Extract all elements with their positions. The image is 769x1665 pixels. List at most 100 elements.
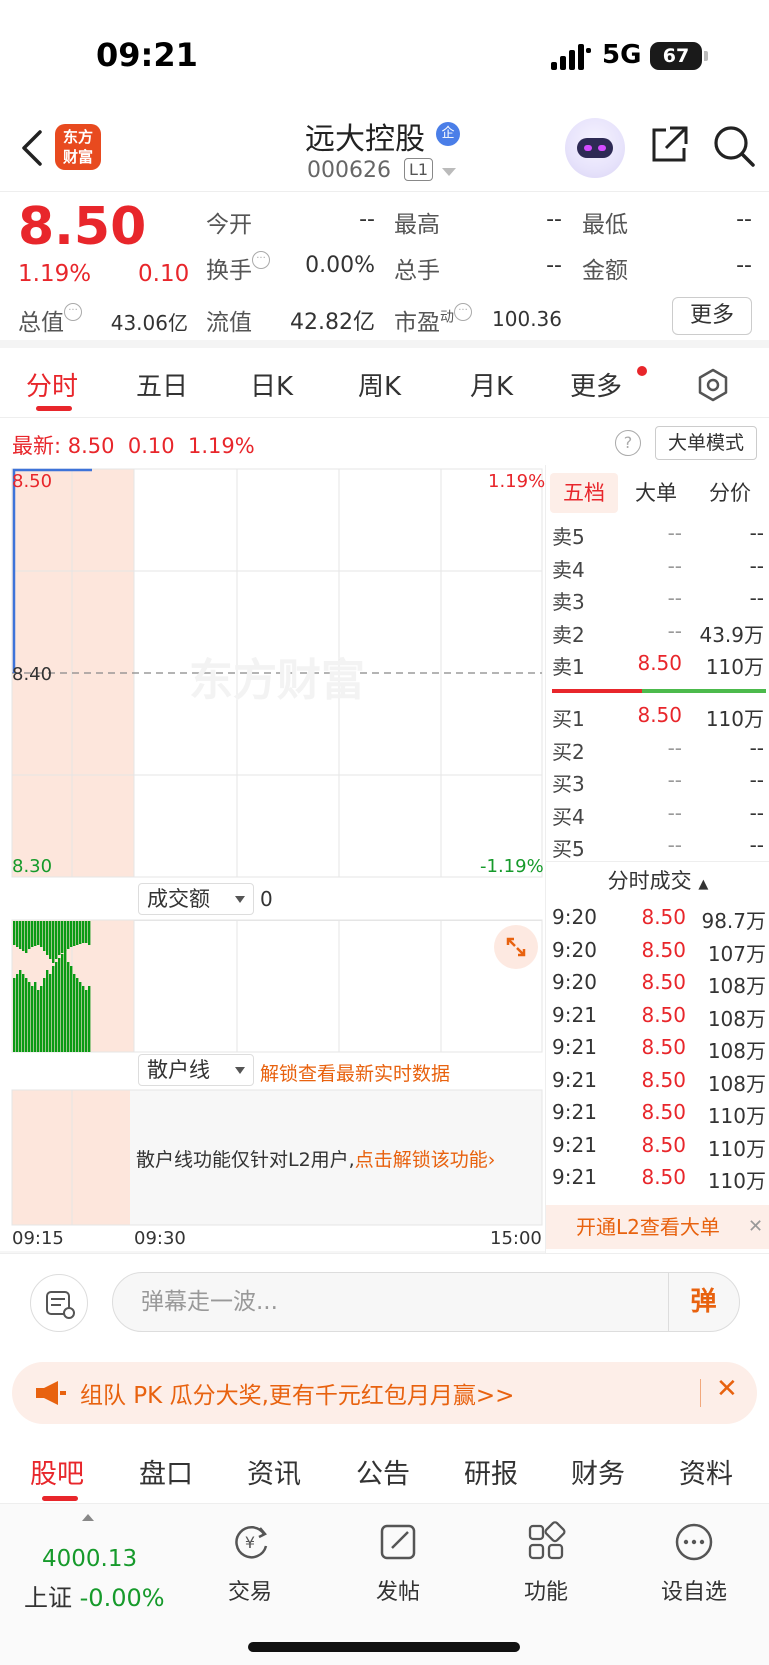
tab-weekly-k[interactable]: 周K (358, 366, 401, 403)
tab-big-orders[interactable]: 大单 (622, 473, 690, 513)
bid-row[interactable]: 买2 -- -- (546, 736, 769, 766)
price-mid-label: 8.40 (12, 664, 53, 685)
index-line[interactable]: 上证 -0.00% (24, 1578, 165, 1613)
tab-order-book[interactable]: 盘口 (139, 1452, 193, 1491)
more-quote-button[interactable]: 更多 (672, 297, 752, 335)
volume-bar (55, 962, 58, 1052)
tab-five-day[interactable]: 五日 (136, 366, 188, 403)
tab-intraday[interactable]: 分时 (26, 366, 78, 403)
expand-icon[interactable] (494, 925, 538, 969)
tick-price: 8.50 (641, 937, 686, 962)
tick-volume: 110万 (707, 1169, 766, 1193)
chevron-up-icon[interactable] (82, 1514, 94, 1521)
ask-row[interactable]: 卖1 8.50 110万 (546, 651, 769, 681)
tick-price: 8.50 (641, 970, 686, 994)
volume-bar (46, 970, 49, 1052)
price-top-label: 8.50 (12, 471, 53, 492)
tab-announcements[interactable]: 公告 (356, 1452, 410, 1491)
tick-volume: 108万 (707, 1071, 766, 1096)
retail-unlock-feature-link[interactable]: 点击解锁该功能 (355, 1149, 488, 1171)
assistant-robot-icon[interactable] (565, 118, 625, 178)
open-value: -- (359, 207, 375, 232)
tab-profile[interactable]: 资料 (679, 1452, 733, 1491)
turnover-label[interactable]: 换手 ··· (206, 251, 270, 285)
tab-daily-k[interactable]: 日K (250, 366, 293, 403)
tab-monthly-k[interactable]: 月K (470, 366, 513, 403)
info-icon[interactable]: ··· (252, 251, 270, 269)
tab-news[interactable]: 资讯 (247, 1452, 301, 1491)
danmu-toggle-button[interactable] (30, 1274, 88, 1332)
ask-row[interactable]: 卖2 -- 43.9万 (546, 619, 769, 649)
gear-icon[interactable] (696, 368, 730, 402)
svg-text:¥: ¥ (245, 1533, 255, 1552)
help-icon[interactable]: ? (615, 430, 641, 456)
bid-ask-ratio-bar (552, 689, 766, 693)
volume-indicator-select[interactable]: 成交额 (138, 883, 254, 915)
bid-price: 8.50 (637, 703, 682, 727)
time-end-label: 15:00 (490, 1228, 542, 1249)
bid-row[interactable]: 买3 -- -- (546, 768, 769, 798)
stock-code[interactable]: 000626 (307, 158, 391, 183)
promo-banner[interactable]: 组队 PK 瓜分大奖,更有千元红包月月赢>> ✕ (12, 1362, 757, 1424)
tab-more[interactable]: 更多 (570, 366, 622, 403)
retail-unlock-link[interactable]: 解锁查看最新实时数据 (260, 1059, 450, 1086)
latest-price: 8.50 (67, 434, 115, 458)
quote-panel: 8.50 1.19% 0.10 今开 -- 最高 -- 最低 -- 换手 ··· … (0, 193, 769, 348)
danmu-send-button[interactable]: 弹 (668, 1273, 738, 1331)
bid-row[interactable]: 买4 -- -- (546, 801, 769, 831)
volume-bar (52, 921, 55, 963)
close-icon[interactable]: ✕ (716, 1374, 738, 1404)
mktcap-label-text: 总值 (18, 310, 64, 336)
more-dots-icon (675, 1523, 713, 1561)
volume-bar (22, 921, 25, 951)
tab-price-dist[interactable]: 分价 (696, 473, 764, 513)
index-value[interactable]: 4000.13 (42, 1546, 137, 1572)
ask-price: 8.50 (637, 651, 682, 675)
volume-bar (28, 982, 31, 1052)
trade-icon: ¥ (235, 1526, 268, 1559)
retail-indicator-select[interactable]: 散户线 (138, 1054, 254, 1086)
tab-five-levels[interactable]: 五档 (550, 473, 618, 513)
big-order-mode-button[interactable]: 大单模式 (655, 426, 757, 460)
bottom-nav: 4000.13 上证 -0.00% ¥ 交易 发帖 功能 设自选 (0, 1504, 769, 1665)
ask-row[interactable]: 卖5 -- -- (546, 521, 769, 551)
nav-post[interactable]: 发帖 (328, 1514, 468, 1605)
info-icon[interactable]: ··· (64, 303, 82, 321)
promo-text: 组队 PK 瓜分大奖,更有千元红包月月赢>> (80, 1383, 515, 1409)
search-icon[interactable] (712, 124, 756, 168)
close-icon[interactable]: ✕ (748, 1205, 763, 1249)
tab-research[interactable]: 研报 (464, 1452, 518, 1491)
ask-price: -- (667, 521, 682, 545)
mktcap-label[interactable]: 总值 ··· (18, 303, 82, 337)
code-dropdown-icon[interactable] (442, 168, 456, 176)
latest-change: 0.10 (127, 434, 175, 458)
bid-ratio-bar (552, 689, 642, 693)
ask-level-label: 卖3 (552, 590, 585, 614)
tick-trades-header[interactable]: 分时成交 ▲ (546, 861, 769, 897)
share-icon[interactable] (648, 124, 690, 166)
bid-row[interactable]: 买5 -- -- (546, 833, 769, 863)
tab-forum[interactable]: 股吧 (30, 1452, 84, 1491)
nav-watchlist[interactable]: 设自选 (624, 1514, 764, 1605)
app-logo[interactable]: 东方 财富 (55, 124, 101, 170)
danmu-input[interactable]: 弹幕走一波... (112, 1272, 740, 1332)
volume-bar (40, 921, 43, 947)
volume-bar (79, 982, 82, 1052)
tab-financials[interactable]: 财务 (571, 1452, 625, 1491)
tick-price: 8.50 (641, 1035, 686, 1059)
l2-upgrade-banner[interactable]: 开通L2查看大单 ✕ (546, 1205, 769, 1249)
info-icon[interactable]: ··· (454, 303, 472, 321)
ask-row[interactable]: 卖4 -- -- (546, 554, 769, 584)
ask-level-label: 卖2 (552, 622, 585, 647)
volume-bar (82, 921, 85, 943)
back-icon[interactable] (18, 128, 48, 168)
nav-trade[interactable]: ¥ 交易 (180, 1514, 320, 1605)
ask-row[interactable]: 卖3 -- -- (546, 586, 769, 616)
nav-functions[interactable]: 功能 (476, 1514, 616, 1605)
content-tabs: 股吧 盘口 资讯 公告 研报 财务 资料 (0, 1438, 769, 1504)
pe-label[interactable]: 市盈动 ··· (394, 303, 472, 337)
grid-icon (528, 1521, 566, 1560)
tick-time: 9:21 (552, 1035, 597, 1059)
bid-row[interactable]: 买1 8.50 110万 (546, 703, 769, 733)
latest-line: 最新: 8.50 0.10 1.19% (12, 430, 255, 460)
